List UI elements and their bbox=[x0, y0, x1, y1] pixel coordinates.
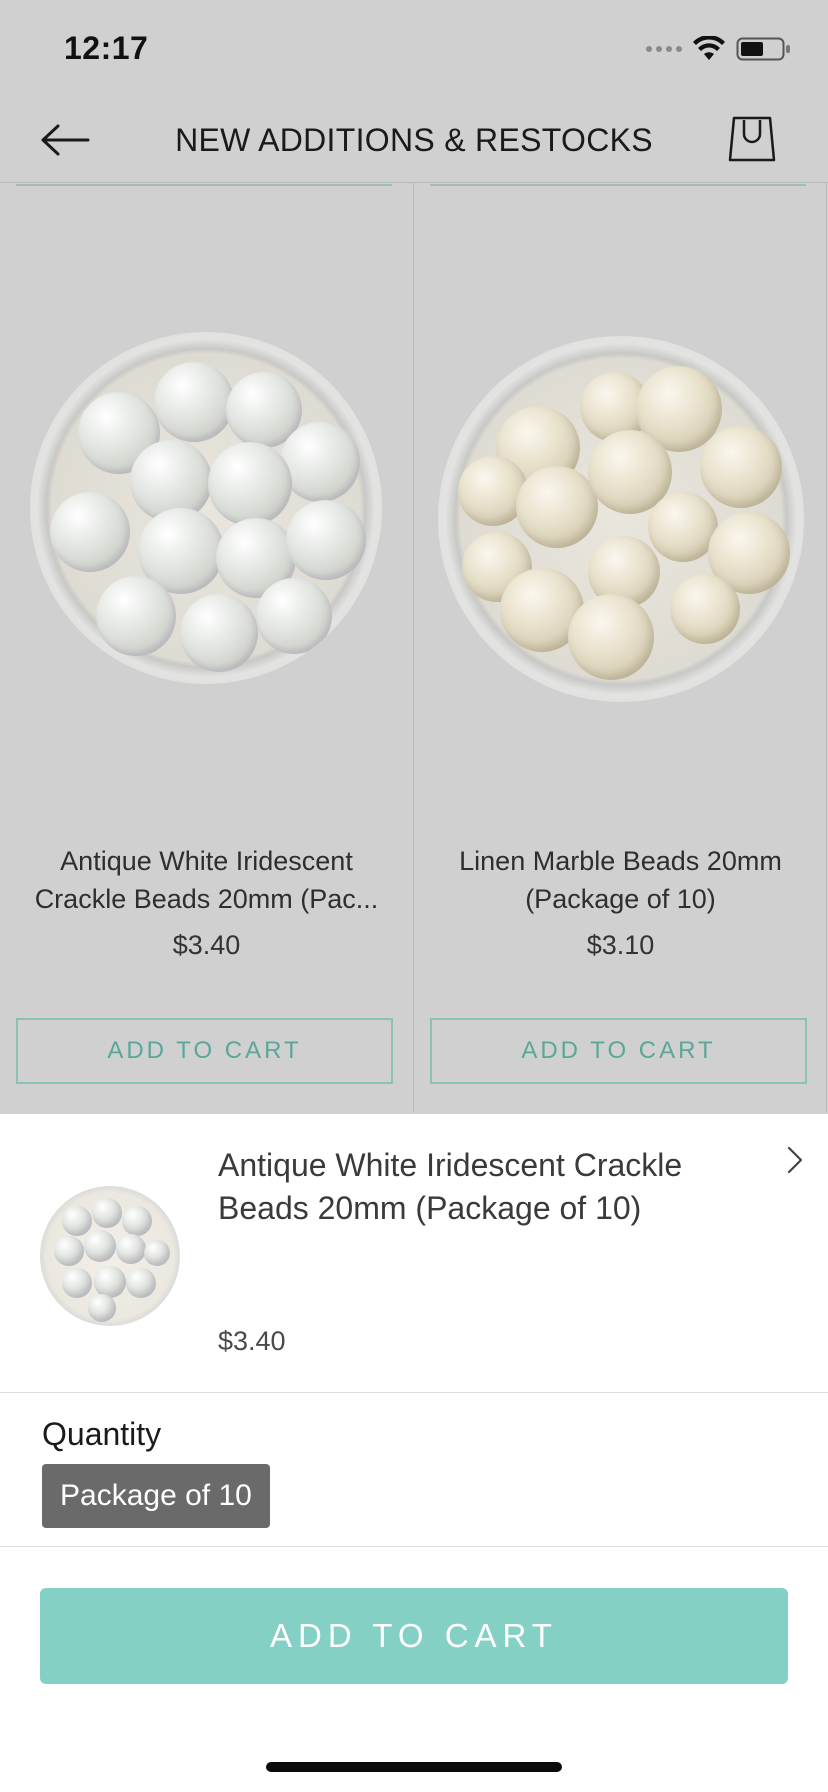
product-card[interactable]: Linen Marble Beads 20mm (Package of 10) … bbox=[414, 182, 827, 1112]
product-card[interactable]: Antique White Iridescent Crackle Beads 2… bbox=[0, 182, 413, 1112]
app-header: NEW ADDITIONS & RESTOCKS bbox=[0, 100, 828, 182]
product-bottom-sheet: Antique White Iridescent Crackle Beads 2… bbox=[0, 1114, 828, 1792]
screen: 12:17 NEW ADDITIONS & RESTOCKS Antique W… bbox=[0, 0, 828, 1792]
add-to-cart-button[interactable]: ADD TO CART bbox=[430, 1018, 807, 1084]
status-time: 12:17 bbox=[64, 30, 149, 66]
product-title[interactable]: Antique White Iridescent Crackle Beads 2… bbox=[14, 842, 399, 918]
product-price: $3.10 bbox=[586, 930, 655, 960]
cellular-signal-icon bbox=[646, 46, 682, 52]
product-title-line: Linen Marble Beads 20mm bbox=[459, 846, 782, 876]
add-to-cart-primary-button[interactable]: ADD TO CART bbox=[40, 1588, 788, 1684]
selected-product-title: Antique White Iridescent Crackle Beads 2… bbox=[218, 1147, 683, 1226]
product-price: $3.40 bbox=[172, 930, 241, 960]
wifi-icon bbox=[693, 36, 725, 60]
quantity-label: Quantity bbox=[42, 1416, 162, 1452]
product-title-line: Crackle Beads 20mm (Pac... bbox=[34, 884, 379, 914]
battery-icon bbox=[736, 37, 790, 61]
shopping-bag-icon[interactable] bbox=[728, 114, 776, 164]
page-title: NEW ADDITIONS & RESTOCKS bbox=[175, 122, 653, 158]
product-image[interactable] bbox=[438, 336, 804, 702]
product-title[interactable]: Linen Marble Beads 20mm (Package of 10) bbox=[428, 842, 813, 918]
home-indicator[interactable] bbox=[266, 1762, 562, 1772]
chevron-right-icon[interactable] bbox=[784, 1144, 806, 1176]
divider bbox=[0, 1546, 828, 1547]
product-title-line: Antique White Iridescent bbox=[60, 846, 353, 876]
product-title-line: (Package of 10) bbox=[525, 884, 716, 914]
divider bbox=[0, 1392, 828, 1393]
add-to-cart-button[interactable]: ADD TO CART bbox=[16, 1018, 393, 1084]
status-icons bbox=[646, 36, 792, 62]
selected-product-thumbnail bbox=[40, 1186, 180, 1326]
status-bar: 12:17 bbox=[0, 0, 828, 100]
quantity-option-chip[interactable]: Package of 10 bbox=[42, 1464, 270, 1528]
selected-product-price: $3.40 bbox=[218, 1326, 286, 1356]
product-image[interactable] bbox=[30, 332, 382, 684]
